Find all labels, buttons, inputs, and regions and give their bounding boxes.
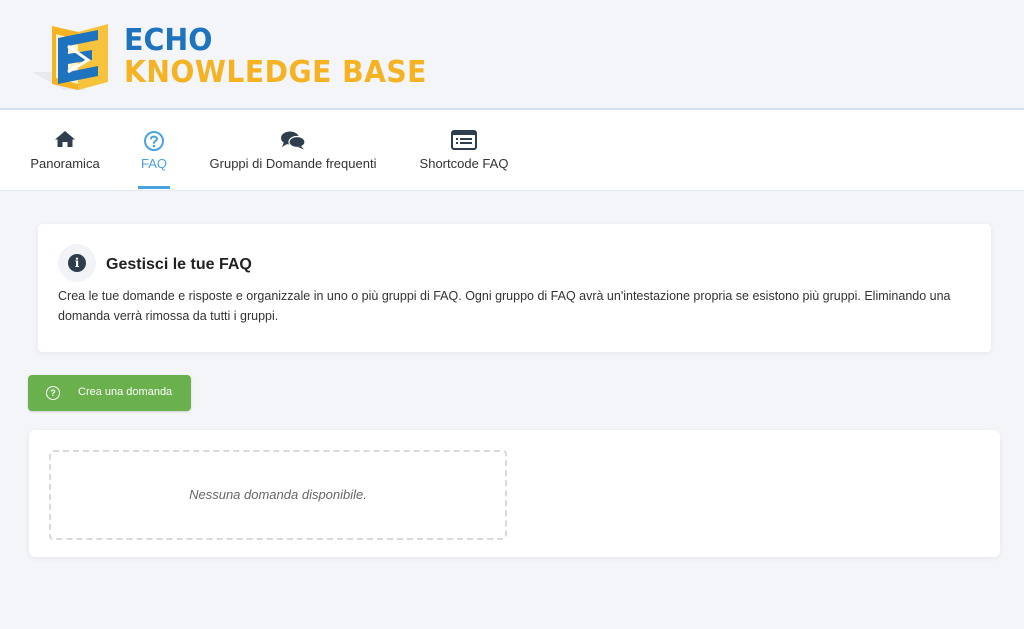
header: ECHO KNOWLEDGE BASE <box>0 0 1024 110</box>
question-circle-icon <box>143 130 165 155</box>
tab-panoramica[interactable]: Panoramica <box>20 110 110 190</box>
info-icon: i <box>58 244 96 282</box>
info-description: Crea le tue domande e risposte e organiz… <box>58 289 951 323</box>
empty-questions-dropzone: Nessuna domanda disponibile. <box>49 450 507 540</box>
tab-label: Panoramica <box>30 156 100 171</box>
tab-faq[interactable]: FAQ <box>138 110 170 190</box>
info-card: i Gestisci le tue FAQ Crea le tue domand… <box>38 224 991 352</box>
create-question-label: Crea una domanda <box>78 386 173 398</box>
active-tab-indicator <box>138 186 170 189</box>
empty-message: Nessuna domanda disponibile. <box>189 487 367 502</box>
create-question-button[interactable]: ? Crea una domanda <box>28 375 191 411</box>
tab-label: FAQ <box>140 156 167 171</box>
tab-label: Gruppi di Domande frequenti <box>209 156 377 171</box>
info-title: Gestisci le tue FAQ <box>106 256 252 273</box>
list-window-icon <box>451 130 477 153</box>
book-logo-icon <box>28 20 118 98</box>
brand-line-echo: ECHO <box>124 23 213 58</box>
tab-label: Shortcode FAQ <box>419 156 509 171</box>
home-icon <box>54 130 76 151</box>
brand-wordmark: ECHO KNOWLEDGE BASE <box>124 26 446 90</box>
main-nav: Panoramica FAQ Gruppi di Domande frequen… <box>0 110 1024 191</box>
tab-gruppi[interactable]: Gruppi di Domande frequenti <box>203 110 383 190</box>
questions-panel: Nessuna domanda disponibile. <box>29 430 1000 557</box>
question-circle-icon: ? <box>46 386 60 400</box>
brand-line-knowledge-base: KNOWLEDGE BASE <box>124 55 427 90</box>
comments-icon <box>280 130 306 153</box>
tab-shortcode[interactable]: Shortcode FAQ <box>412 110 516 190</box>
